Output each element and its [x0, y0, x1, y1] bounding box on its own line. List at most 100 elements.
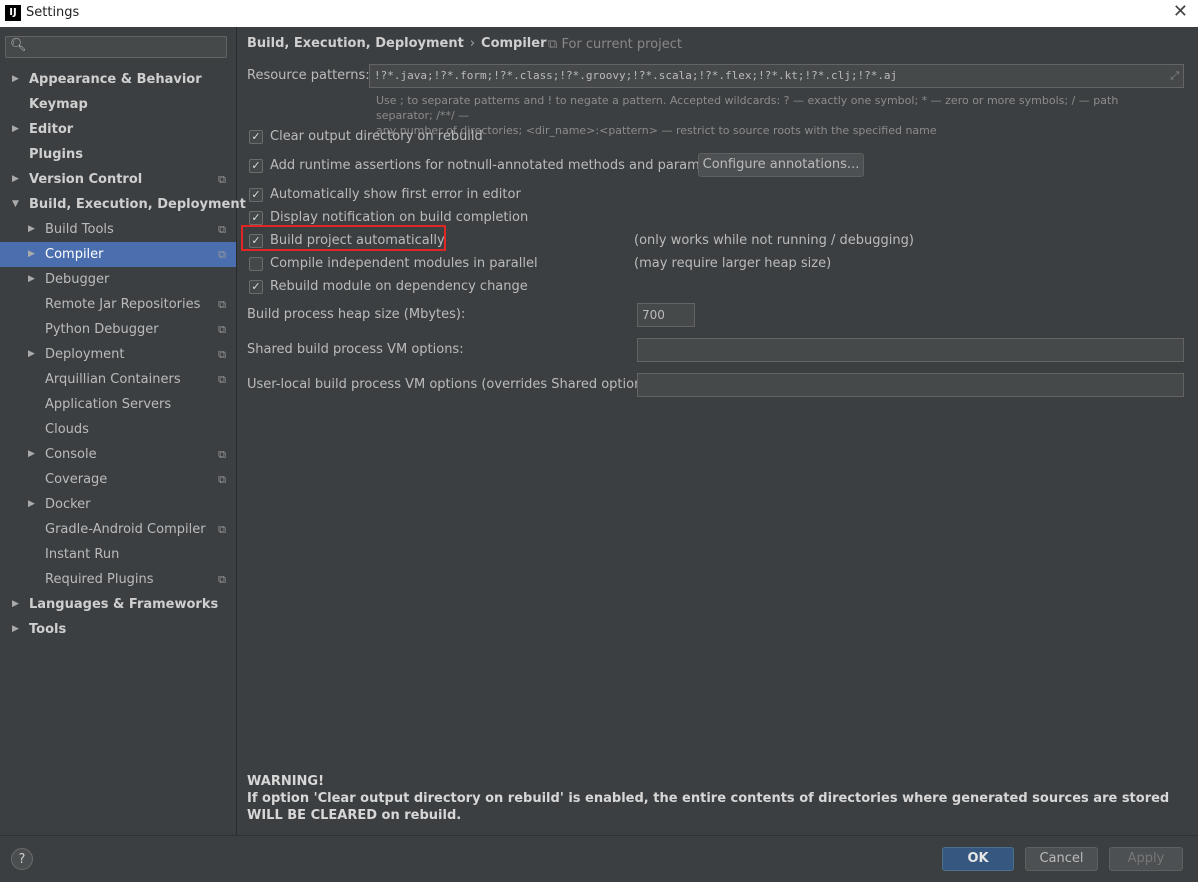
configure-annotations-button[interactable]: Configure annotations... [698, 153, 864, 177]
sidebar-item-plugins[interactable]: Plugins [0, 142, 236, 167]
project-scope-icon: ⧉ [218, 298, 226, 311]
checkbox[interactable]: ✓ [249, 280, 263, 294]
checkbox[interactable] [249, 257, 263, 271]
sidebar-item-label: Plugins [29, 147, 83, 162]
warning-text: If option 'Clear output directory on reb… [247, 791, 1170, 823]
project-scope-icon: ⧉ [218, 523, 226, 536]
shared-vm-options-field[interactable] [637, 338, 1184, 362]
sidebar-item-label: Docker [45, 497, 91, 512]
sidebar-item-keymap[interactable]: Keymap [0, 92, 236, 117]
sidebar-item-remote-jar-repositories[interactable]: Remote Jar Repositories ⧉ [0, 292, 236, 317]
sidebar-item-editor[interactable]: ▶ Editor [0, 117, 236, 142]
sidebar-item-label: Coverage [45, 472, 108, 487]
sidebar-item-label: Keymap [29, 97, 88, 112]
user-vm-options-label: User-local build process VM options (ove… [247, 377, 659, 392]
sidebar-item-label: Compiler [45, 247, 104, 262]
project-scope-icon: ⧉ [218, 473, 226, 486]
heap-size-value: 700 [642, 308, 665, 322]
sidebar-item-label: Arquillian Containers [45, 372, 181, 387]
sidebar-item-docker[interactable]: ▶ Docker [0, 492, 236, 517]
heap-size-label: Build process heap size (Mbytes): [247, 307, 466, 322]
sidebar-item-label: Editor [29, 122, 74, 137]
warning-message: WARNING! If option 'Clear output directo… [247, 773, 1187, 824]
ok-button[interactable]: OK [942, 847, 1014, 871]
heap-size-field[interactable]: 700 [637, 303, 695, 327]
sidebar-item-coverage[interactable]: Coverage ⧉ [0, 467, 236, 492]
expand-icon[interactable]: ⤢ [1170, 65, 1179, 87]
project-scope-icon: ⧉ [218, 173, 226, 186]
resource-patterns-value: !?*.java;!?*.form;!?*.class;!?*.groovy;!… [374, 69, 898, 82]
chevron-right-icon[interactable]: ▶ [28, 342, 35, 367]
sidebar-item-label: Languages & Frameworks [29, 597, 219, 612]
sidebar-item-python-debugger[interactable]: Python Debugger ⧉ [0, 317, 236, 342]
sidebar-item-console[interactable]: ▶ Console ⧉ [0, 442, 236, 467]
option-note: (may require larger heap size) [634, 256, 832, 271]
sidebar-item-label: Remote Jar Repositories [45, 297, 201, 312]
search-icon: 🔍︎ [10, 38, 27, 53]
sidebar-item-debugger[interactable]: ▶ Debugger [0, 267, 236, 292]
option-note: (only works while not running / debuggin… [634, 233, 914, 248]
window-titlebar: IJ Settings ✕ [0, 0, 1198, 27]
chevron-right-icon[interactable]: ▶ [28, 492, 35, 517]
sidebar-item-label: Console [45, 447, 97, 462]
option-label: Add runtime assertions for notnull-annot… [270, 158, 734, 173]
sidebar-item-label: Appearance & Behavior [29, 72, 202, 87]
sidebar-item-appearance-behavior[interactable]: ▶ Appearance & Behavior [0, 67, 236, 92]
project-scope-icon: ⧉ [218, 223, 226, 236]
chevron-right-icon[interactable]: ▶ [12, 167, 19, 192]
sidebar-item-label: Instant Run [45, 547, 120, 562]
sidebar-item-label: Build Tools [45, 222, 114, 237]
chevron-right-icon[interactable]: ▶ [12, 117, 19, 142]
close-icon[interactable]: ✕ [1173, 3, 1188, 21]
for-current-project-note: ⧉ For current project [548, 37, 682, 52]
breadcrumb-separator: › [469, 36, 476, 51]
sidebar-item-build-execution-deployment[interactable]: ▼ Build, Execution, Deployment [0, 192, 246, 217]
sidebar-item-languages-frameworks[interactable]: ▶ Languages & Frameworks [0, 592, 236, 617]
chevron-right-icon[interactable]: ▶ [28, 217, 35, 242]
cancel-button[interactable]: Cancel [1025, 847, 1098, 871]
sidebar-item-deployment[interactable]: ▶ Deployment ⧉ [0, 342, 236, 367]
project-scope-icon: ⧉ [548, 37, 558, 52]
option-label: Automatically show first error in editor [270, 187, 521, 202]
sidebar-item-instant-run[interactable]: Instant Run [0, 542, 236, 567]
sidebar-item-arquillian-containers[interactable]: Arquillian Containers ⧉ [0, 367, 236, 392]
project-scope-icon: ⧉ [218, 573, 226, 586]
chevron-right-icon[interactable]: ▶ [12, 617, 19, 642]
apply-button[interactable]: Apply [1109, 847, 1183, 871]
chevron-right-icon[interactable]: ▶ [12, 67, 19, 92]
breadcrumb-parent: Build, Execution, Deployment [247, 36, 464, 51]
breadcrumb-current: Compiler [481, 36, 547, 51]
sidebar-item-tools[interactable]: ▶ Tools [0, 617, 236, 642]
chevron-right-icon[interactable]: ▶ [28, 242, 35, 267]
checkbox[interactable]: ✓ [249, 130, 263, 144]
dialog-footer: ? OK Cancel Apply [0, 835, 1198, 882]
sidebar-item-version-control[interactable]: ▶ Version Control ⧉ [0, 167, 236, 192]
help-button[interactable]: ? [11, 848, 33, 870]
sidebar-item-build-tools[interactable]: ▶ Build Tools ⧉ [0, 217, 236, 242]
sidebar-item-required-plugins[interactable]: Required Plugins ⧉ [0, 567, 236, 592]
sidebar-item-application-servers[interactable]: Application Servers [0, 392, 236, 417]
chevron-right-icon[interactable]: ▶ [28, 442, 35, 467]
user-vm-options-field[interactable] [637, 373, 1184, 397]
sidebar-item-label: Deployment [45, 347, 125, 362]
highlight-box [241, 225, 446, 251]
shared-vm-options-label: Shared build process VM options: [247, 342, 464, 357]
sidebar-item-label: Application Servers [45, 397, 172, 412]
resource-patterns-field[interactable]: !?*.java;!?*.form;!?*.class;!?*.groovy;!… [369, 64, 1184, 88]
option-label: Compile independent modules in parallel [270, 256, 538, 271]
chevron-down-icon[interactable]: ▼ [12, 192, 19, 217]
checkbox[interactable]: ✓ [249, 159, 263, 173]
compiler-settings-panel: Build, Execution, Deployment › Compiler ⧉ … [237, 27, 1198, 835]
sidebar-item-gradle-android-compiler[interactable]: Gradle-Android Compiler ⧉ [0, 517, 236, 542]
settings-sidebar: 🔍︎ ▶ Appearance & Behavior Keymap ▶ Editor Pl… [0, 27, 246, 835]
search-input[interactable]: 🔍︎ [5, 36, 227, 58]
project-scope-icon: ⧉ [218, 323, 226, 336]
warning-title: WARNING! [247, 774, 325, 789]
project-scope-icon: ⧉ [218, 248, 226, 261]
chevron-right-icon[interactable]: ▶ [28, 267, 35, 292]
chevron-right-icon[interactable]: ▶ [12, 592, 19, 617]
checkbox[interactable]: ✓ [249, 188, 263, 202]
sidebar-item-clouds[interactable]: Clouds [0, 417, 236, 442]
sidebar-item-compiler[interactable]: ▶ Compiler ⧉ [0, 242, 236, 267]
checkbox[interactable]: ✓ [249, 211, 263, 225]
